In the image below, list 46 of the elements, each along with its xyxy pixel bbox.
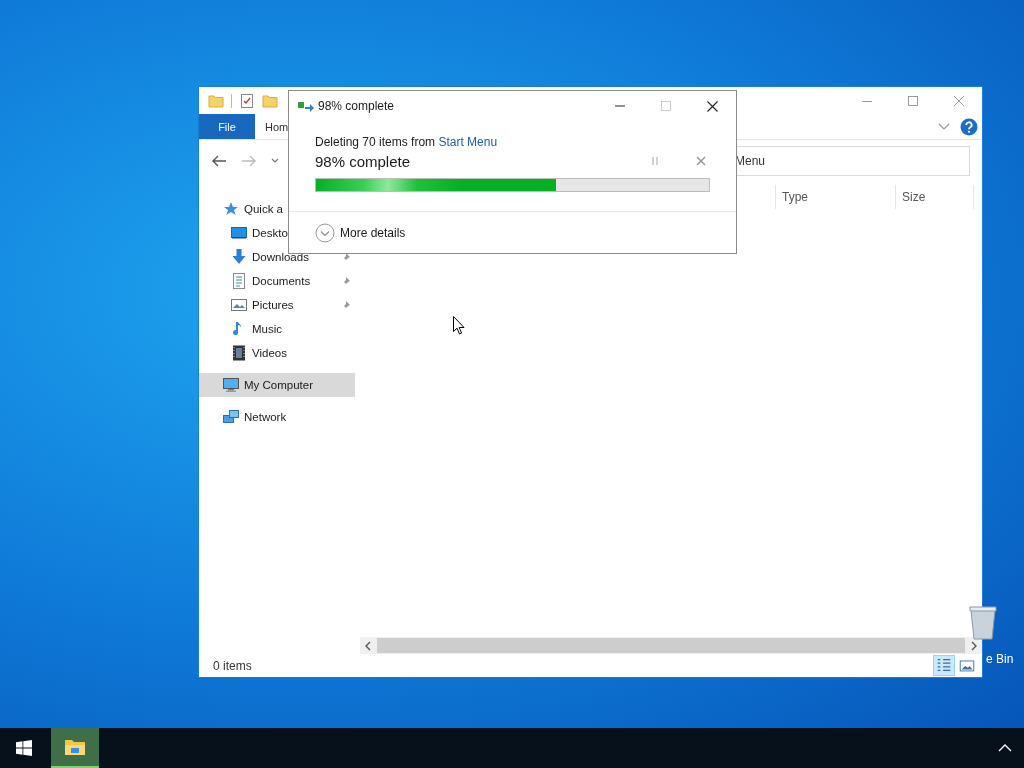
icon-label[interactable]: e Bin [986, 652, 1014, 666]
item-count: 0 items [213, 658, 252, 673]
chevron-up-icon[interactable] [998, 744, 1012, 752]
computer-icon [223, 377, 239, 393]
more-details-button[interactable]: More details [315, 222, 406, 243]
nav-item[interactable]: Network [199, 405, 355, 429]
film-icon [231, 345, 247, 361]
chevron-down-icon[interactable] [938, 122, 950, 131]
windows-logo-icon [16, 740, 32, 756]
document-icon [231, 273, 247, 289]
nav-item[interactable]: My Computer [199, 373, 355, 397]
close-icon[interactable] [707, 100, 718, 112]
down-arrow-icon [231, 249, 247, 265]
ribbon-tab[interactable]: Hom [255, 114, 289, 139]
column-header[interactable]: Size [895, 185, 973, 209]
details-view-icon[interactable] [933, 655, 955, 676]
nav-item[interactable]: Music [199, 317, 355, 341]
scrollbar-thumb[interactable] [377, 638, 965, 653]
nav-item[interactable]: Documents [199, 269, 355, 293]
network-icon [223, 409, 239, 425]
source-link[interactable]: Start Menu [438, 135, 498, 149]
operation-text: Deleting 70 items from Start Menu [315, 134, 499, 150]
folder-icon [208, 92, 224, 109]
recycle-bin-icon[interactable] [968, 604, 998, 640]
cursor-icon [453, 316, 465, 335]
progress-heading: 98% complete [315, 152, 411, 170]
nav-item[interactable]: Pictures [199, 293, 355, 317]
cancel-icon[interactable] [696, 156, 706, 166]
expand-icon [315, 222, 335, 243]
folder-icon [262, 92, 278, 109]
nav-item[interactable]: Videos [199, 341, 355, 365]
column-header[interactable]: Type [775, 185, 895, 209]
file-explorer-button[interactable] [51, 728, 99, 768]
help-icon[interactable] [960, 117, 978, 136]
file-tab[interactable]: File [199, 114, 255, 139]
desktop-icon [231, 225, 247, 241]
picture-icon [231, 297, 247, 313]
window-title: 98% complete [318, 99, 395, 113]
checklist-icon [239, 92, 255, 109]
star-icon [223, 201, 239, 217]
back-icon[interactable] [211, 154, 227, 168]
folder-icon [64, 738, 86, 756]
nav-item[interactable]: Downloads [199, 245, 355, 269]
copy-arrow-icon [298, 100, 314, 112]
nav-item[interactable]: Quick a [199, 197, 355, 221]
recent-locations-icon[interactable] [271, 158, 279, 164]
